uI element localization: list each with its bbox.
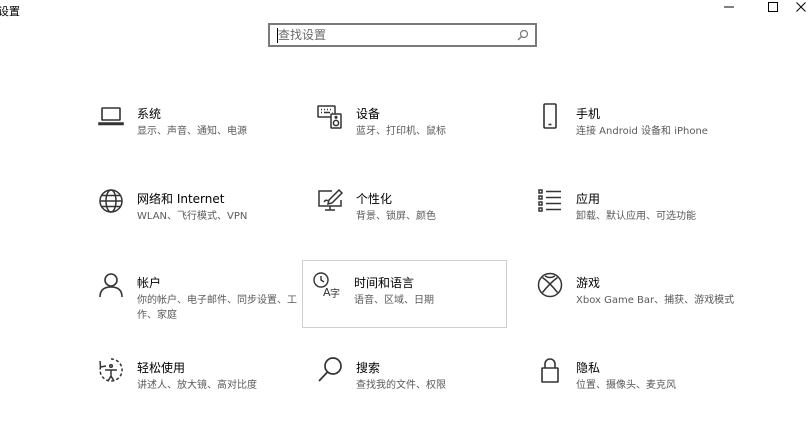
tile-description: 位置、摄像头、麦克风	[576, 380, 676, 391]
minimize-icon	[724, 6, 734, 8]
tile-devices[interactable]: 设备 蓝牙、打印机、鼠标	[317, 104, 529, 172]
tile-time-language[interactable]: A 字 时间和语言 语音、区域、日期	[302, 260, 507, 328]
minimize-button[interactable]	[712, 0, 746, 14]
tile-description: WLAN、飞行模式、VPN	[137, 211, 248, 222]
tile-description: 背景、锁屏、颜色	[356, 211, 436, 222]
tile-title: 个性化	[356, 192, 393, 206]
tile-description: 蓝牙、打印机、鼠标	[356, 126, 446, 137]
monitor-pen-icon	[315, 186, 345, 216]
search-icon[interactable]	[517, 29, 529, 41]
laptop-icon	[96, 101, 126, 131]
maximize-button[interactable]	[756, 0, 790, 14]
tile-title: 系统	[137, 107, 162, 121]
phone-icon	[535, 101, 565, 131]
tile-title: 轻松使用	[137, 361, 186, 375]
tile-description: 查找我的文件、权限	[356, 380, 446, 391]
search-input[interactable]	[278, 26, 514, 44]
tile-accounts[interactable]: 帐户 你的帐户、电子邮件、同步设置、工作、家庭	[99, 273, 310, 341]
tile-description: 语音、区域、日期	[354, 295, 434, 306]
close-icon	[795, 2, 806, 12]
tile-description: 连接 Android 设备和 iPhone	[576, 126, 708, 137]
tile-gaming[interactable]: 游戏 Xbox Game Bar、捕获、游戏模式	[537, 272, 749, 341]
tile-title: 时间和语言	[354, 276, 415, 290]
tile-title: 隐私	[576, 361, 601, 375]
tile-title: 游戏	[576, 276, 601, 290]
tile-description: 卸载、默认应用、可选功能	[576, 211, 696, 222]
apps-list-icon	[535, 186, 565, 216]
tile-title: 应用	[576, 192, 601, 206]
tile-ease-of-access[interactable]: 轻松使用 讲述人、放大镜、高对比度	[99, 358, 310, 426]
tile-title: 帐户	[137, 276, 162, 290]
tile-phone[interactable]: 手机 连接 Android 设备和 iPhone	[543, 103, 749, 172]
tile-title: 搜索	[356, 361, 381, 375]
tile-network-internet[interactable]: 网络和 Internet WLAN、飞行模式、VPN	[99, 189, 310, 257]
svg-text:字: 字	[330, 287, 340, 299]
maximize-icon	[768, 2, 778, 12]
tile-title: 设备	[356, 107, 381, 121]
tile-apps[interactable]: 应用 卸载、默认应用、可选功能	[538, 189, 749, 257]
keyboard-speaker-icon	[315, 101, 345, 131]
close-button[interactable]	[792, 0, 809, 14]
tile-title: 网络和 Internet	[137, 192, 225, 206]
tile-search[interactable]: 搜索 查找我的文件、权限	[318, 357, 529, 426]
time-language-icon: A 字	[311, 270, 341, 300]
tile-personalization[interactable]: 个性化 背景、锁屏、颜色	[318, 188, 529, 257]
xbox-icon	[535, 270, 565, 300]
tile-description: 你的帐户、电子邮件、同步设置、工作、家庭	[137, 295, 297, 321]
tile-privacy[interactable]: 隐私 位置、摄像头、麦克风	[541, 358, 749, 426]
window-title: 设置	[0, 5, 20, 18]
lock-icon	[535, 355, 565, 385]
tile-description: 显示、声音、通知、电源	[137, 126, 247, 137]
ease-of-access-icon	[96, 355, 126, 385]
search-icon	[315, 355, 345, 385]
tile-system[interactable]: 系统 显示、声音、通知、电源	[98, 104, 310, 172]
tile-description: 讲述人、放大镜、高对比度	[137, 380, 257, 391]
tile-description: Xbox Game Bar、捕获、游戏模式	[576, 295, 735, 306]
search-box[interactable]	[268, 23, 537, 47]
globe-icon	[96, 186, 126, 216]
person-icon	[96, 270, 126, 300]
tile-title: 手机	[576, 107, 601, 121]
